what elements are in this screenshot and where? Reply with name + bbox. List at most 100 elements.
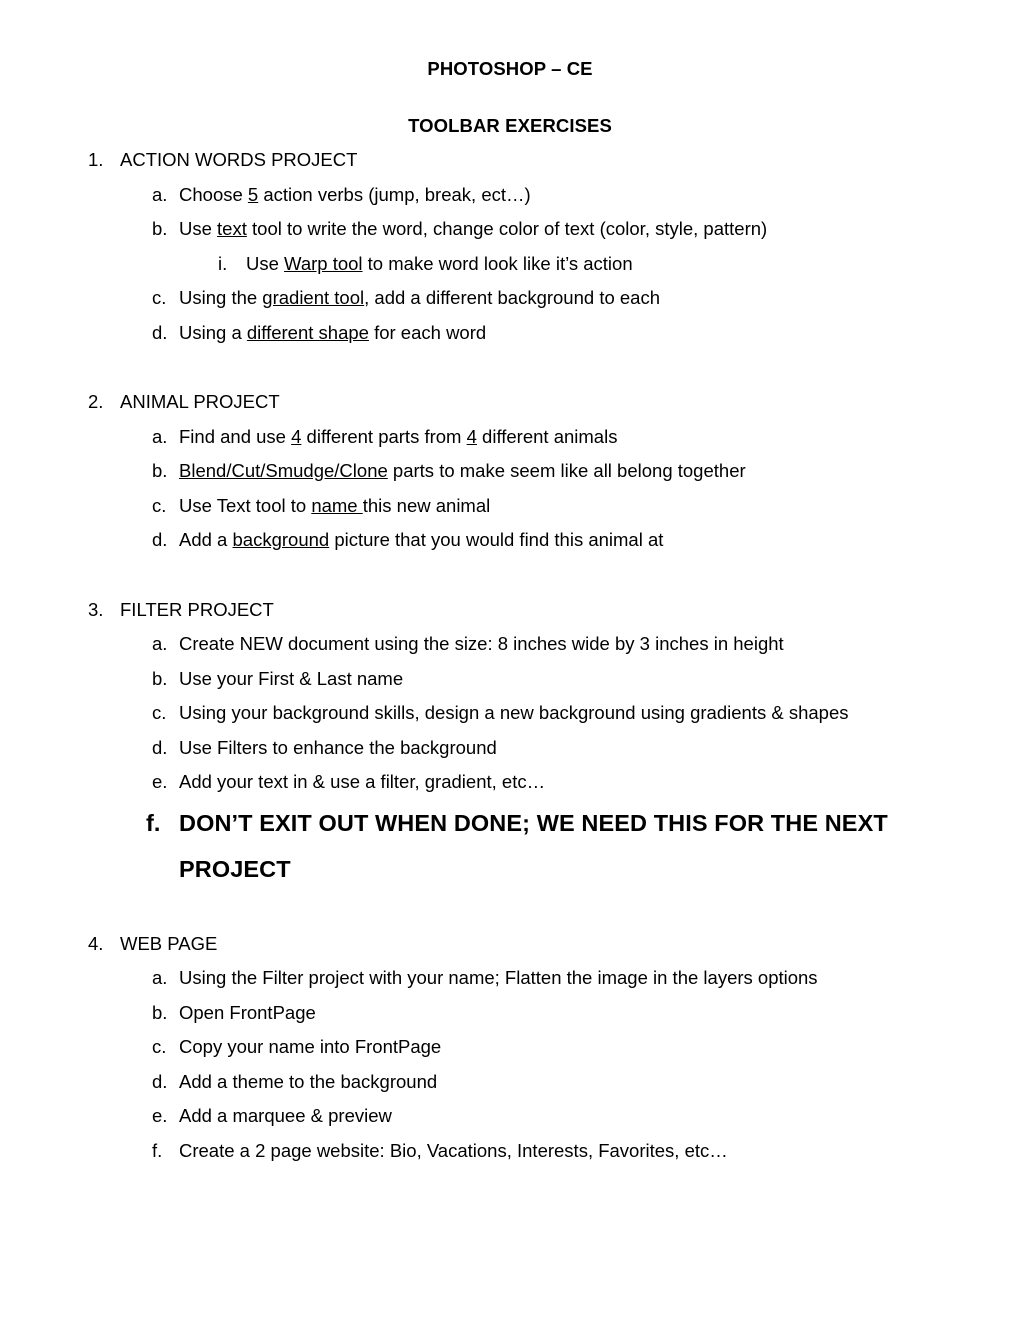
section-marker: 4. <box>88 932 104 954</box>
list-item-marker: b. <box>152 1001 168 1023</box>
list-item-text: Use your First & Last name <box>179 662 940 697</box>
plain-text: , add a different background to each <box>364 287 660 308</box>
plain-text: Use Filters to enhance the background <box>179 736 497 758</box>
plain-text: action verbs (jump, break, ect…) <box>258 183 531 205</box>
list-item-marker: d. <box>152 321 168 343</box>
underlined-text: gradient tool <box>262 287 365 308</box>
list-item-marker: a. <box>152 183 168 205</box>
list-item-text: Open FrontPage <box>179 996 940 1031</box>
list-item-text: Add a marquee & preview <box>179 1099 940 1134</box>
plain-text: Create NEW document using the size: 8 in… <box>179 633 784 654</box>
plain-text: Copy your name into FrontPage <box>179 1036 442 1057</box>
exercise-section: 1. ACTION WORDS PROJECT a. Choose 5 action … <box>80 143 940 350</box>
list-item: b. Use text tool to write the word, chang… <box>80 212 940 247</box>
underlined-text: name <box>311 494 363 516</box>
plain-text: DON’T EXIT OUT WHEN DONE; WE NEED THIS F… <box>179 809 888 882</box>
list-item-marker: a. <box>152 633 168 654</box>
underlined-text: 4 <box>466 425 477 447</box>
list-item-text: Using your background skills, design a n… <box>179 696 940 731</box>
underlined-text: 4 <box>291 425 302 447</box>
list-item: d. Using a different shape for each word <box>80 316 940 351</box>
plain-text: Add a marquee & preview <box>179 1105 392 1126</box>
section-marker: 3. <box>88 598 104 620</box>
plain-text: different parts from <box>301 425 467 447</box>
list-item-marker: e. <box>152 1105 168 1126</box>
plain-text: Use <box>246 252 285 274</box>
plain-text: Open FrontPage <box>179 1001 316 1023</box>
list-item-text: Use text tool to write the word, change … <box>179 212 940 247</box>
list-item: b. Open FrontPage <box>80 996 940 1031</box>
list-item-text: Choose 5 action verbs (jump, break, ect…… <box>179 178 940 213</box>
list-item: f. Create a 2 page website: Bio, Vacation… <box>80 1134 940 1169</box>
list-item-text: Using the gradient tool, add a different… <box>179 281 940 316</box>
list-item-marker: b. <box>152 460 168 481</box>
plain-text: to make word look like it’s action <box>362 252 633 274</box>
list-item-text: Copy your name into FrontPage <box>179 1030 940 1065</box>
document-title-primary: PHOTOSHOP – CE <box>427 58 593 79</box>
list-item: i. Use Warp tool to make word look like i… <box>80 247 940 282</box>
underlined-text: background <box>232 529 330 550</box>
list-item-text: Add a background picture that you would … <box>179 523 940 558</box>
list-item-text: DON’T EXIT OUT WHEN DONE; WE NEED THIS F… <box>179 800 940 892</box>
list-item-text: Use Text tool to name this new animal <box>179 489 940 524</box>
list-item-text: Create NEW document using the size: 8 in… <box>179 627 940 662</box>
list-item: b. Use your First & Last name <box>80 662 940 697</box>
underlined-text: text <box>217 218 247 239</box>
list-item: c. Using your background skills, design a… <box>80 696 940 731</box>
exercise-section: 3. FILTER PROJECT a. Create NEW document us… <box>80 593 940 892</box>
list-item-text: Using a different shape for each word <box>179 316 940 351</box>
underlined-text: Blend/Cut/Smudge/Clone <box>179 460 388 481</box>
list-item-marker: a. <box>152 425 168 447</box>
list-item: c. Use Text tool to name this new animal <box>80 489 940 524</box>
list-item-marker: d. <box>152 1070 168 1092</box>
list-item-text: Find and use 4 different parts from 4 di… <box>179 420 940 455</box>
list-item-text: Add a theme to the background <box>179 1065 940 1100</box>
section-heading-text: FILTER PROJECT <box>120 598 274 620</box>
list-item-marker: c. <box>152 702 167 723</box>
section-marker: 2. <box>88 391 104 412</box>
plain-text: for each word <box>368 321 487 343</box>
list-item-text: Create a 2 page website: Bio, Vacations,… <box>179 1134 940 1169</box>
underlined-text: 5 <box>247 183 259 205</box>
list-item-marker: a. <box>152 967 168 988</box>
plain-text: Find and use <box>179 425 292 447</box>
section-heading-text: ANIMAL PROJECT <box>120 391 280 412</box>
list-item-marker: i. <box>218 252 228 274</box>
list-item-marker: c. <box>152 287 167 308</box>
exercise-section: 2. ANIMAL PROJECT a. Find and use 4 differe… <box>80 385 940 558</box>
plain-text: Use your First & Last name <box>179 667 404 689</box>
list-item-marker: b. <box>152 218 168 239</box>
list-item: a. Choose 5 action verbs (jump, break, ec… <box>80 178 940 213</box>
plain-text: Create a 2 page website: Bio, Vacations,… <box>179 1139 728 1161</box>
exercise-list: 1. ACTION WORDS PROJECT a. Choose 5 action … <box>80 143 940 1168</box>
title-spacer <box>80 86 940 109</box>
section-heading: 3. FILTER PROJECT <box>80 593 940 628</box>
list-item-marker: b. <box>152 667 168 689</box>
document-page: PHOTOSHOP – CE TOOLBAR EXERCISES 1. ACTIO… <box>0 0 1020 1320</box>
list-item: d. Use Filters to enhance the background <box>80 731 940 766</box>
plain-text: Use Text tool to <box>179 494 312 516</box>
section-heading: 2. ANIMAL PROJECT <box>80 385 940 420</box>
plain-text: Add a theme to the background <box>179 1070 438 1092</box>
exercise-section: 4. WEB PAGE a. Using the Filter project wit… <box>80 927 940 1169</box>
plain-text: Using your background skills, design a n… <box>179 702 849 723</box>
plain-text: this new animal <box>362 494 491 516</box>
list-item: a. Using the Filter project with your nam… <box>80 961 940 996</box>
list-item: a. Find and use 4 different parts from 4 … <box>80 420 940 455</box>
plain-text: Use <box>179 218 218 239</box>
section-marker: 1. <box>88 149 104 170</box>
plain-text: Using a <box>179 321 247 343</box>
document-title-secondary: TOOLBAR EXERCISES <box>408 115 612 136</box>
plain-text: different animals <box>476 425 618 447</box>
section-heading-text: WEB PAGE <box>120 932 218 954</box>
list-item-marker: c. <box>152 1036 167 1057</box>
section-heading-text: ACTION WORDS PROJECT <box>120 149 358 170</box>
list-item: d. Add a theme to the background <box>80 1065 940 1100</box>
plain-text: tool to write the word, change color of … <box>246 218 768 239</box>
list-item-text: Use Filters to enhance the background <box>179 731 940 766</box>
list-item-text: Using the Filter project with your name;… <box>179 961 940 996</box>
list-item-marker: c. <box>152 494 167 516</box>
list-item-text: Add your text in & use a filter, gradien… <box>179 765 940 800</box>
plain-text: Add your text in & use a filter, gradien… <box>179 771 546 792</box>
